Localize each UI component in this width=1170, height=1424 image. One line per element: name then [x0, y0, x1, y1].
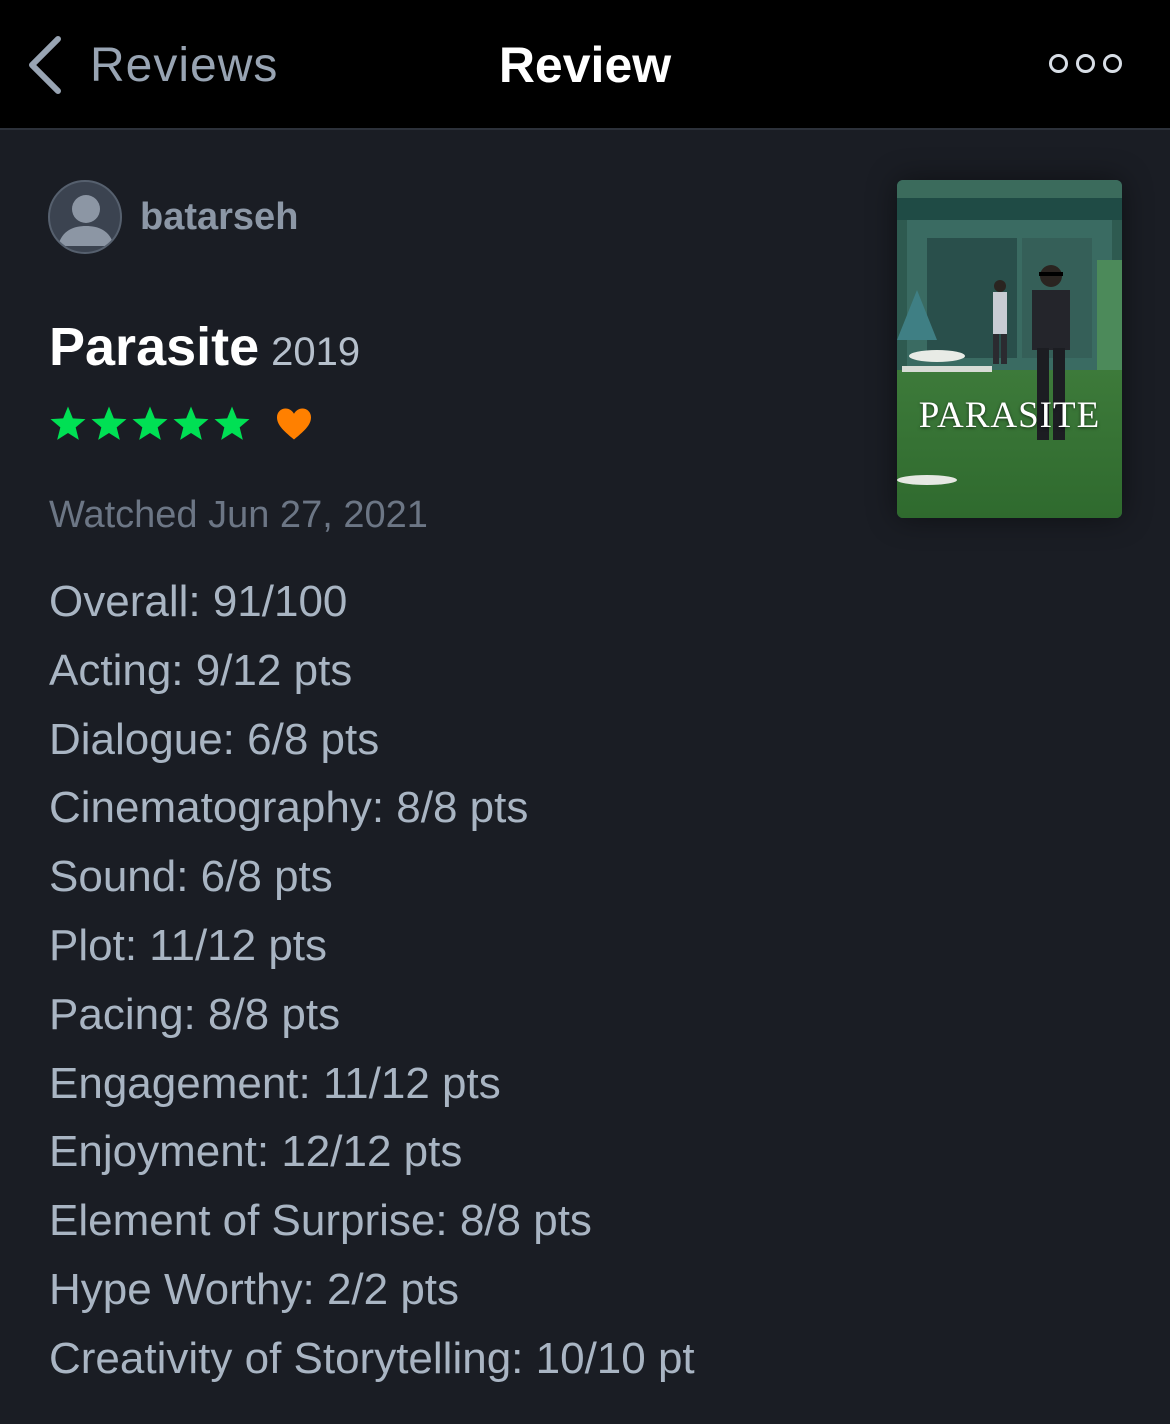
star-icon	[91, 406, 127, 440]
score-line-acting: Acting: 9/12 pts	[49, 645, 353, 695]
score-line-pacing: Pacing: 8/8 pts	[49, 989, 341, 1039]
score-line-dialogue: Dialogue: 6/8 pts	[49, 714, 380, 764]
star-icon	[173, 406, 209, 440]
score-line-engagement: Engagement: 11/12 pts	[49, 1058, 501, 1108]
more-options-icon	[1076, 54, 1095, 73]
more-options-button[interactable]	[1049, 54, 1122, 73]
film-poster[interactable]: PARASITE	[897, 180, 1122, 518]
score-line-hype-worthy: Hype Worthy: 2/2 pts	[49, 1264, 460, 1314]
film-title[interactable]: Parasite	[49, 316, 259, 378]
star-icon	[214, 406, 250, 440]
heart-icon	[277, 408, 311, 440]
rating-row	[48, 404, 313, 444]
score-breakdown: Overall: 91/100 Acting: 9/12 pts Dialogu…	[49, 568, 695, 1394]
watched-date: Watched Jun 27, 2021	[49, 494, 428, 536]
reviewer-username[interactable]: batarseh	[140, 196, 298, 239]
score-line-creativity-of-storytelling: Creativity of Storytelling: 10/10 pt	[49, 1333, 695, 1383]
film-heading: Parasite 2019	[49, 316, 360, 378]
score-line-cinematography: Cinematography: 8/8 pts	[49, 783, 529, 833]
avatar[interactable]	[48, 180, 122, 254]
navigation-bar: Reviews Review	[0, 0, 1170, 130]
poster-artwork	[897, 180, 1122, 518]
page-title: Review	[498, 37, 672, 93]
film-year[interactable]: 2019	[271, 330, 360, 375]
score-line-element-of-surprise: Element of Surprise: 8/8 pts	[49, 1196, 592, 1246]
more-options-icon	[1103, 54, 1122, 73]
score-line-enjoyment: Enjoyment: 12/12 pts	[49, 1127, 463, 1177]
score-line-sound: Sound: 6/8 pts	[49, 852, 333, 902]
more-options-icon	[1049, 54, 1068, 73]
score-line-plot: Plot: 11/12 pts	[49, 920, 328, 970]
score-line-overall: Overall: 91/100	[49, 577, 348, 626]
poster-title: PARASITE	[918, 395, 1101, 436]
star-icon	[132, 406, 168, 440]
star-icon	[50, 406, 86, 440]
avatar-placeholder-icon	[58, 195, 114, 246]
